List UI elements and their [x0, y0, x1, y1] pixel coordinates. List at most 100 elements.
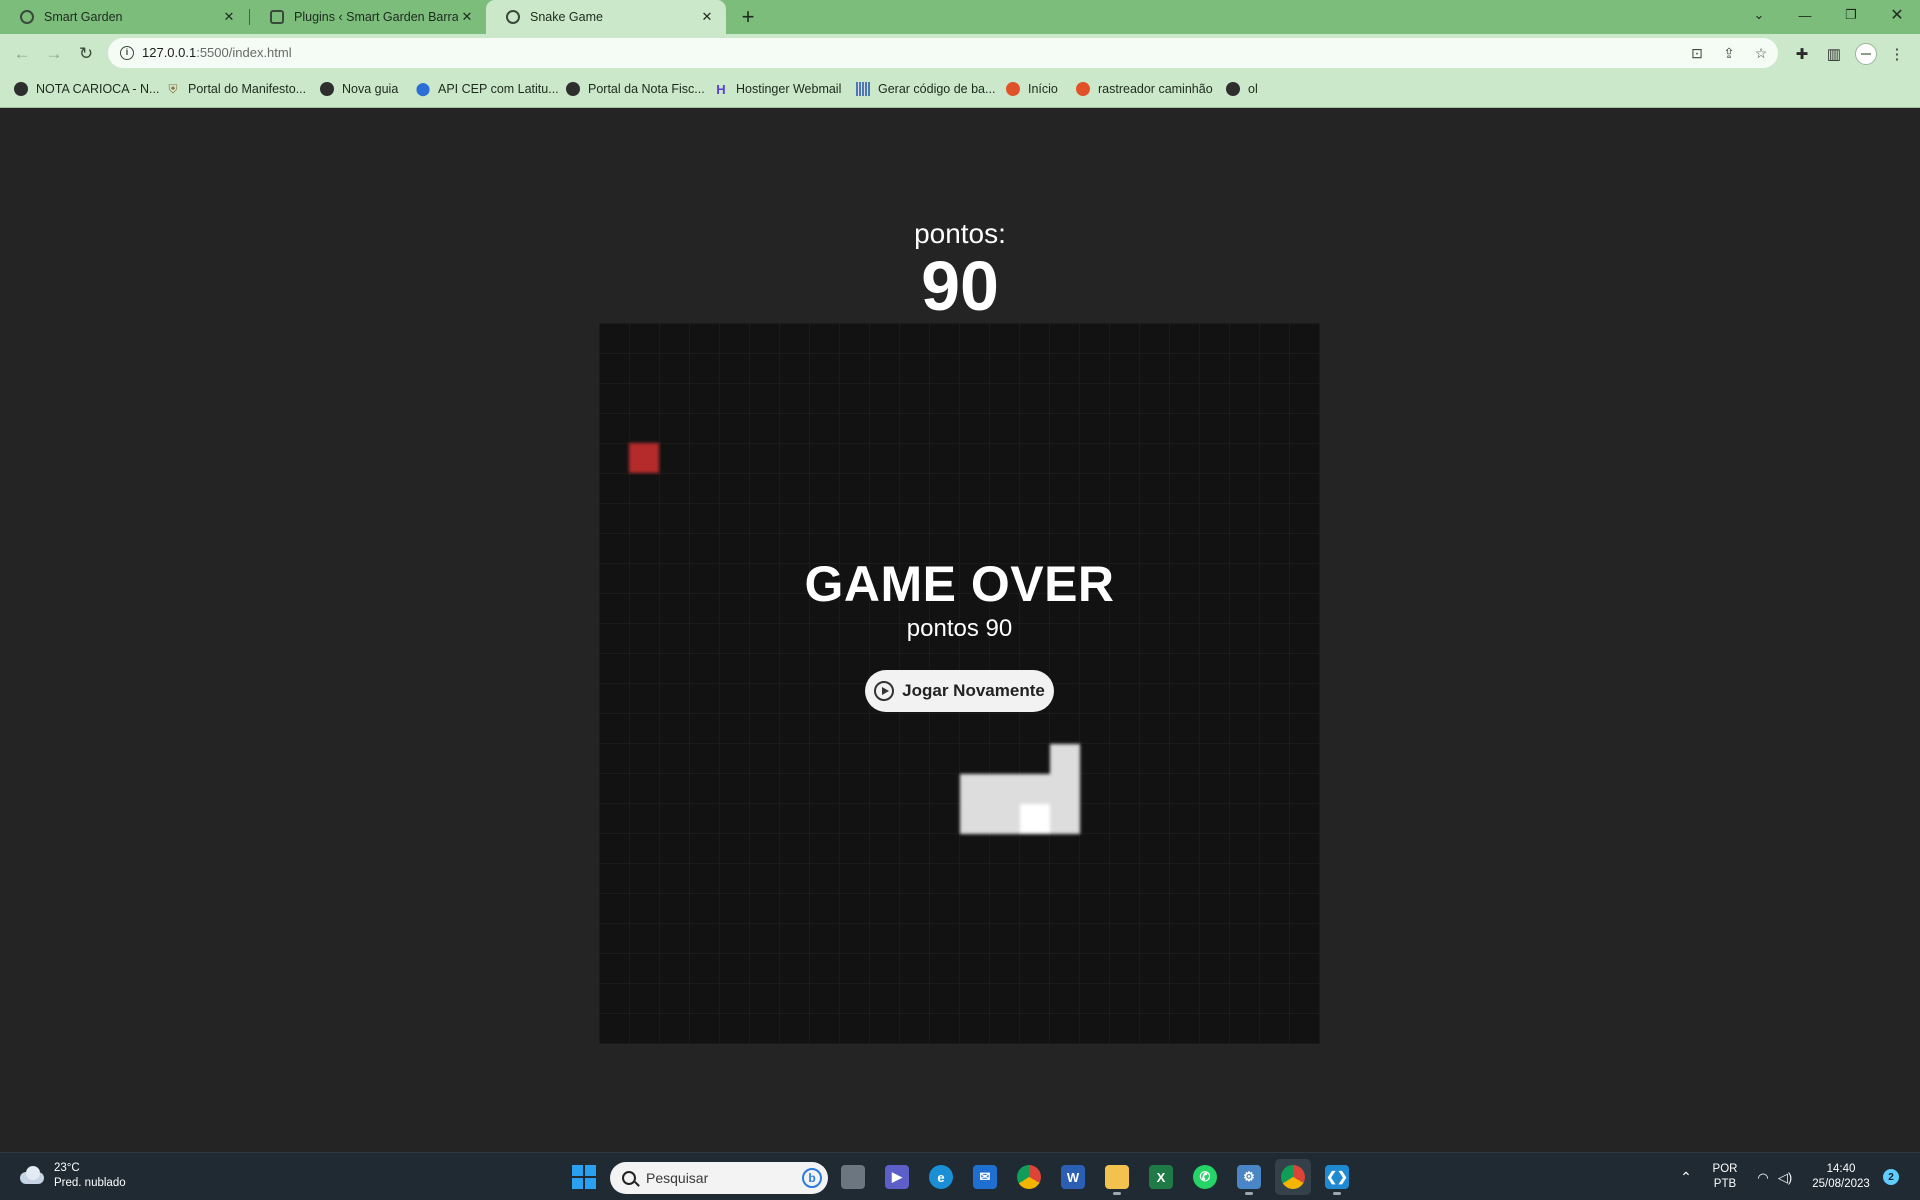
tab-smart-garden[interactable]: Smart Garden ✕	[0, 0, 248, 34]
close-icon[interactable]: ✕	[220, 8, 238, 26]
teams-button[interactable]: ▶	[879, 1159, 915, 1195]
play-again-button[interactable]: Jogar Novamente	[865, 670, 1054, 712]
cloud-icon	[18, 1166, 46, 1186]
whatsapp-button[interactable]: ✆	[1187, 1159, 1223, 1195]
tab-title: Smart Garden	[44, 10, 123, 24]
share-icon[interactable]: ⇪	[1720, 44, 1738, 62]
snake-segment	[959, 803, 990, 834]
search-icon	[622, 1171, 636, 1185]
snake-segment	[1019, 773, 1050, 804]
mail-button[interactable]: ✉	[967, 1159, 1003, 1195]
tab-search-icon[interactable]: ⌄	[1736, 0, 1782, 30]
globe-icon	[320, 82, 334, 96]
chrome-active-button[interactable]	[1275, 1159, 1311, 1195]
side-panel-icon[interactable]: ▥	[1822, 42, 1846, 66]
new-tab-button[interactable]: +	[735, 4, 761, 30]
weather-widget[interactable]: 23°C Pred. nublado	[18, 1161, 126, 1191]
bookmark-item[interactable]: ⛨ Portal do Manifesto...	[166, 81, 307, 97]
bookmark-label: Início	[1028, 82, 1058, 96]
bookmark-label: Portal do Manifesto...	[188, 82, 307, 96]
tab-snake-game[interactable]: Snake Game ✕	[486, 0, 726, 34]
extensions-icon[interactable]: ✚	[1790, 42, 1814, 66]
start-button[interactable]	[566, 1159, 602, 1195]
back-button[interactable]: ←	[8, 40, 36, 68]
folder-icon	[1105, 1165, 1129, 1189]
wordpress-icon	[270, 10, 284, 24]
url-path: :5500/index.html	[196, 45, 292, 60]
language-line-2: PTB	[1713, 1178, 1737, 1190]
vscode-button[interactable]: ❮❯	[1319, 1159, 1355, 1195]
task-view-button[interactable]	[835, 1159, 871, 1195]
app-button[interactable]: ⚙	[1231, 1159, 1267, 1195]
notification-badge[interactable]: 2	[1883, 1169, 1899, 1185]
weather-temp: 23°C	[54, 1162, 80, 1174]
bookmark-item[interactable]: H Hostinger Webmail	[714, 82, 841, 97]
snake-head	[1019, 803, 1050, 834]
page-content: pontos: 90 GAME OVER pontos 90 Jogar Nov…	[0, 108, 1920, 1152]
restore-button[interactable]: ❐	[1828, 0, 1874, 30]
bookmark-item[interactable]: Gerar código de ba...	[856, 82, 995, 96]
final-score: pontos 90	[906, 615, 1013, 642]
forward-button[interactable]: →	[40, 40, 68, 68]
close-window-button[interactable]: ✕	[1874, 0, 1920, 30]
language-indicator[interactable]: POR PTB	[1708, 1153, 1742, 1200]
wifi-icon[interactable]: ◠	[1752, 1153, 1774, 1200]
whatsapp-icon: ✆	[1193, 1165, 1217, 1189]
globe-icon	[20, 10, 34, 24]
close-icon[interactable]: ✕	[698, 8, 716, 26]
snake-segment	[989, 773, 1020, 804]
bookmark-item[interactable]: ⬤ API CEP com Latitu...	[416, 81, 559, 96]
edge-icon: e	[929, 1165, 953, 1189]
address-bar[interactable]: i 127.0.0.1:5500/index.html ⊡ ⇪ ☆	[108, 38, 1778, 68]
chevron-up-icon[interactable]: ⌃	[1672, 1153, 1700, 1200]
game-board[interactable]: GAME OVER pontos 90 Jogar Novamente	[599, 323, 1320, 1044]
tracker-icon	[1006, 82, 1020, 96]
clock[interactable]: 14:40 25/08/2023	[1806, 1153, 1876, 1200]
globe-icon	[14, 82, 28, 96]
bookmark-label: NOTA CARIOCA - N...	[36, 82, 160, 96]
bookmark-item[interactable]: Portal da Nota Fisc...	[566, 82, 705, 96]
vscode-icon: ❮❯	[1325, 1165, 1349, 1189]
snake-segment	[989, 803, 1020, 834]
snake-segment	[1049, 803, 1080, 834]
snake-segment	[959, 773, 990, 804]
site-info-icon[interactable]: i	[120, 46, 134, 60]
globe-icon	[1226, 82, 1240, 96]
bookmark-label: rastreador caminhão	[1098, 82, 1213, 96]
reload-button[interactable]: ↻	[72, 40, 100, 68]
close-icon[interactable]: ✕	[458, 8, 476, 26]
bookmark-item[interactable]: NOTA CARIOCA - N...	[14, 82, 159, 96]
barcode-icon	[856, 82, 870, 96]
taskbar: 23°C Pred. nublado Pesquisar b ▶ e ✉ W X…	[0, 1152, 1920, 1200]
word-button[interactable]: W	[1055, 1159, 1091, 1195]
chrome-button[interactable]	[1011, 1159, 1047, 1195]
shield-icon: ⛨	[168, 81, 178, 96]
minimize-button[interactable]: —	[1782, 0, 1828, 30]
play-icon	[874, 681, 895, 701]
game-over-title: GAME OVER	[804, 556, 1115, 612]
bookmark-item[interactable]: ol	[1226, 82, 1258, 96]
bookmark-label: Gerar código de ba...	[878, 82, 996, 96]
tab-title: Snake Game	[530, 10, 603, 24]
bing-icon[interactable]: b	[802, 1168, 822, 1188]
bookmark-item[interactable]: Início	[1006, 82, 1058, 96]
word-icon: W	[1061, 1165, 1085, 1189]
bookmark-label: ol	[1248, 82, 1258, 96]
edge-button[interactable]: e	[923, 1159, 959, 1195]
bookmark-item[interactable]: Nova guia	[320, 82, 398, 96]
play-again-label: Jogar Novamente	[902, 681, 1045, 700]
chrome-icon	[1017, 1165, 1041, 1189]
windows-icon	[572, 1165, 596, 1189]
bookmark-star-icon[interactable]: ☆	[1752, 44, 1770, 62]
file-explorer-button[interactable]	[1099, 1159, 1135, 1195]
menu-icon[interactable]: ⋮	[1885, 42, 1909, 66]
taskbar-search[interactable]: Pesquisar b	[610, 1162, 828, 1194]
volume-icon[interactable]: ◁)	[1774, 1153, 1796, 1200]
excel-button[interactable]: X	[1143, 1159, 1179, 1195]
bookmark-item[interactable]: rastreador caminhão	[1076, 82, 1213, 96]
tab-plugins[interactable]: Plugins ‹ Smart Garden Barra – Lo ✕	[250, 0, 486, 34]
app-icon: ⚙	[1237, 1165, 1261, 1189]
profile-avatar[interactable]	[1855, 43, 1877, 65]
tab-strip: Smart Garden ✕ Plugins ‹ Smart Garden Ba…	[0, 0, 1920, 34]
translate-icon[interactable]: ⊡	[1688, 44, 1706, 62]
